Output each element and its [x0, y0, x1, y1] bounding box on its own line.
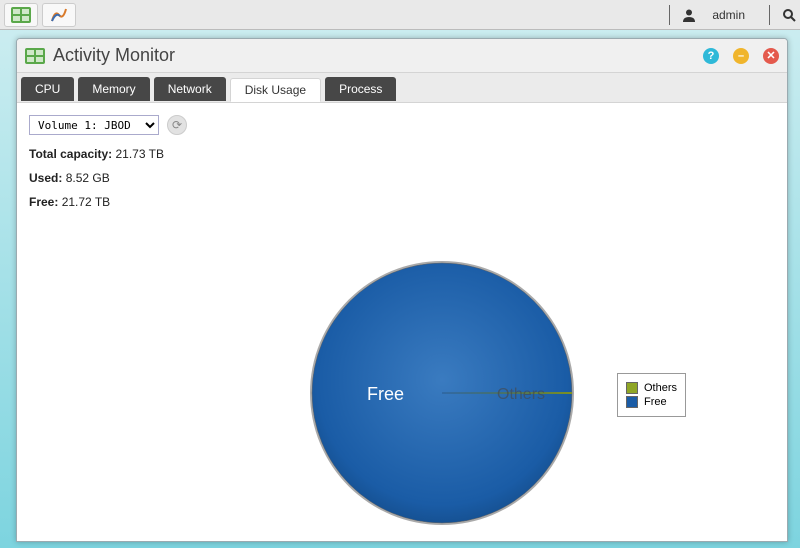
legend-item-others: Others [626, 382, 677, 394]
window-title: Activity Monitor [53, 45, 175, 66]
stat-used-value: 8.52 GB [66, 171, 110, 185]
taskbar-divider [769, 5, 770, 25]
legend-label-free: Free [644, 396, 667, 408]
legend-swatch-others [626, 382, 638, 394]
stat-free-value: 21.72 TB [62, 195, 110, 209]
stat-free-label: Free: [29, 195, 58, 209]
tab-disk-usage[interactable]: Disk Usage [230, 78, 321, 102]
volume-select[interactable]: Volume 1: JBOD [29, 115, 159, 135]
content-pane: Volume 1: JBOD ⟳ Total capacity: 21.73 T… [17, 103, 787, 541]
activity-monitor-window: Activity Monitor ? – ✕ CPU Memory Networ… [16, 38, 788, 542]
close-button[interactable]: ✕ [763, 48, 779, 64]
pie-label-others: Others [497, 386, 545, 404]
legend-swatch-free [626, 396, 638, 408]
stat-total: Total capacity: 21.73 TB [29, 147, 775, 161]
pie-label-free: Free [367, 384, 404, 405]
user-icon [682, 8, 696, 22]
stat-used-label: Used: [29, 171, 62, 185]
disk-stats: Total capacity: 21.73 TB Used: 8.52 GB F… [29, 147, 775, 209]
minimize-button[interactable]: – [733, 48, 749, 64]
legend-label-others: Others [644, 382, 677, 394]
search-icon[interactable] [782, 8, 796, 22]
refresh-button[interactable]: ⟳ [167, 115, 187, 135]
tab-process[interactable]: Process [325, 77, 396, 101]
help-button[interactable]: ? [703, 48, 719, 64]
taskbar-divider [669, 5, 670, 25]
taskbar-app-activity-monitor[interactable] [4, 3, 38, 27]
tab-bar: CPU Memory Network Disk Usage Process [17, 73, 787, 103]
activity-monitor-icon [11, 7, 31, 23]
pie-legend: Others Free [617, 373, 686, 417]
stat-total-label: Total capacity: [29, 147, 112, 161]
controls-row: Volume 1: JBOD ⟳ [29, 115, 775, 135]
stat-free: Free: 21.72 TB [29, 195, 775, 209]
taskbar-app-other[interactable] [42, 3, 76, 27]
stat-total-value: 21.73 TB [115, 147, 163, 161]
tab-memory[interactable]: Memory [78, 77, 149, 101]
stat-used: Used: 8.52 GB [29, 171, 775, 185]
refresh-icon: ⟳ [172, 118, 182, 132]
activity-monitor-icon [25, 48, 45, 64]
window-titlebar[interactable]: Activity Monitor ? – ✕ [17, 39, 787, 73]
tab-network[interactable]: Network [154, 77, 226, 101]
disk-usage-pie-chart: Free Others [307, 258, 577, 528]
taskbar-user-label[interactable]: admin [712, 8, 745, 22]
system-taskbar: admin [0, 0, 800, 30]
other-app-icon [49, 7, 69, 23]
tab-cpu[interactable]: CPU [21, 77, 74, 101]
legend-item-free: Free [626, 396, 677, 408]
